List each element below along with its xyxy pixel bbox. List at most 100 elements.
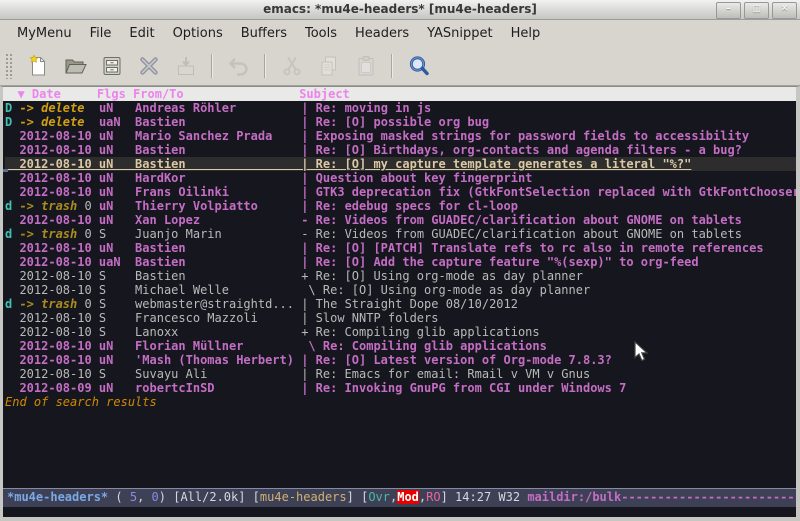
open-folder-icon (63, 54, 87, 78)
row-segment: S webmaster@straightd... | The Straight … (99, 297, 518, 311)
message-row[interactable]: 2012-08-10 S Lanoxx + Re: Compiling glib… (5, 325, 796, 339)
row-segment: 2012-08-10 uN Mario Sanchez Prada | Expo… (5, 129, 749, 143)
modeline-segment: ( (108, 490, 130, 504)
row-segment: 0 (77, 227, 99, 241)
menu-headers[interactable]: Headers (346, 22, 418, 45)
row-segment: D (5, 115, 19, 129)
row-segment: 2012-08-09 uN robertcInSD | Re: Invoking… (5, 381, 626, 395)
message-row[interactable]: d -> trash 0 S Juanjo Marin - Re: Videos… (5, 227, 796, 241)
new-file-button[interactable] (20, 51, 55, 81)
row-segment: d (5, 297, 19, 311)
message-row[interactable]: 2012-08-10 uN 'Mash (Thomas Herbert) | R… (5, 353, 796, 367)
menu-buffers[interactable]: Buffers (232, 22, 296, 45)
message-row[interactable]: D -> delete uN Andreas Röhler | Re: movi… (5, 101, 796, 115)
message-row[interactable]: 2012-08-10 uaN Bastien | Re: [O] Add the… (5, 255, 796, 269)
row-segment: uN Andreas Röhler | Re: moving in js (99, 101, 431, 115)
message-row[interactable]: 2012-08-10 uN Bastien | Re: [O] Birthday… (5, 143, 796, 157)
paste-button (348, 51, 383, 81)
row-segment: 2012-08-10 S Suvayu Ali | Re: Emacs for … (5, 367, 590, 381)
row-segment: 2012-08-10 uaN Bastien | Re: [O] Add the… (5, 255, 699, 269)
modeline-segment: , (137, 490, 151, 504)
message-row[interactable]: 2012-08-10 uN Florian Müllner \ Re: Comp… (5, 339, 796, 353)
close-button[interactable]: ✕ (772, 2, 797, 19)
row-segment: d (5, 199, 19, 213)
message-row[interactable]: 2012-08-10 S Bastien + Re: [O] Using org… (5, 269, 796, 283)
row-segment: 0 (77, 297, 99, 311)
menu-edit[interactable]: Edit (120, 22, 163, 45)
open-folder-button[interactable] (57, 51, 92, 81)
menu-file[interactable]: File (81, 22, 121, 45)
maximize-button[interactable]: □ (744, 2, 769, 19)
end-of-search-results: End of search results (5, 395, 796, 409)
close-buffer-button[interactable] (131, 51, 166, 81)
menu-options[interactable]: Options (164, 22, 232, 45)
message-row[interactable]: 2012-08-10 uN HardKor | Question about k… (5, 171, 796, 185)
mu4e-headers-buffer: ▼ Date Flgs From/To Subject D -> delete … (0, 86, 800, 517)
modeline-segment: mu4e-headers (260, 490, 347, 504)
row-segment: -> delete (19, 101, 98, 115)
menu-tools[interactable]: Tools (296, 22, 346, 45)
message-row[interactable]: d -> trash 0 uN Thierry Volpiatto | Re: … (5, 199, 796, 213)
modeline-segment: Mod (397, 490, 419, 504)
menu-yasnippet[interactable]: YASnippet (418, 22, 502, 45)
row-segment: 2012-08-10 S Michael Welle \ Re: [O] Usi… (5, 283, 590, 297)
row-segment: 2012-08-10 S Francesco Mazzoli | Slow NN… (5, 311, 438, 325)
row-segment: 2012-08-10 uN Bastien | Re: [O] [PATCH] … (5, 241, 764, 255)
row-segment: 2012-08-10 uN Xan Lopez - Re: Videos fro… (5, 213, 742, 227)
search-button[interactable] (401, 51, 436, 81)
message-row[interactable]: 2012-08-10 uN Mario Sanchez Prada | Expo… (5, 129, 796, 143)
undo-button (221, 51, 256, 81)
row-segment: -> trash (19, 297, 77, 311)
message-row[interactable]: 2012-08-10 uN Frans Oilinki | GTK3 depre… (5, 185, 796, 199)
toolbar-separator (391, 54, 393, 78)
message-row[interactable]: 2012-08-10 S Suvayu Ali | Re: Emacs for … (5, 367, 796, 381)
toolbar-drag-handle[interactable] (5, 53, 14, 79)
row-segment: 2012-08-10 uN Florian Müllner \ Re: Comp… (5, 339, 547, 353)
menu-bar: MyMenuFileEditOptionsBuffersToolsHeaders… (0, 20, 800, 47)
toolbar-separator (264, 54, 266, 78)
row-segment: -> trash (19, 227, 77, 241)
save-icon (100, 54, 124, 78)
tool-bar (0, 47, 800, 86)
window-controls: –□✕ (716, 2, 797, 19)
row-segment: 2012-08-10 uN Frans Oilinki | GTK3 depre… (5, 185, 796, 199)
row-segment: 2012-08-10 uN Bastien | Re: [O] Birthday… (5, 143, 742, 157)
save-as-button (168, 51, 203, 81)
message-row[interactable]: 2012-08-10 S Michael Welle \ Re: [O] Usi… (5, 283, 796, 297)
message-row[interactable]: 2012-08-10 S Francesco Mazzoli | Slow NN… (5, 311, 796, 325)
row-segment: End of search results (5, 395, 157, 409)
copy-icon (317, 54, 341, 78)
save-button[interactable] (94, 51, 129, 81)
close-buffer-icon (137, 54, 161, 78)
minimize-button[interactable]: – (716, 2, 741, 19)
message-row-current[interactable]: 2012-08-10 uN Bastien | Re: [O] my captu… (5, 157, 796, 171)
empty-buffer-space (3, 409, 796, 488)
row-segment: 2012-08-10 uN 'Mash (Thomas Herbert) | R… (5, 353, 612, 367)
modeline-segment: RO (426, 490, 440, 504)
message-row[interactable]: 2012-08-10 uN Bastien | Re: [O] [PATCH] … (5, 241, 796, 255)
columns-header: ▼ Date Flgs From/To Subject (3, 87, 796, 101)
message-row[interactable]: D -> delete uaN Bastien | Re: [O] possib… (5, 115, 796, 129)
echo-area (3, 507, 796, 517)
row-segment: S Juanjo Marin - Re: Videos from GUADEC/… (99, 227, 742, 241)
message-row[interactable]: 2012-08-09 uN robertcInSD | Re: Invoking… (5, 381, 796, 395)
toolbar-separator (211, 54, 213, 78)
row-segment: D (5, 101, 19, 115)
row-segment: 2012-08-10 uN Bastien | Re: [O] my captu… (5, 157, 691, 171)
menu-help[interactable]: Help (502, 22, 550, 45)
modeline-segment: maildir:/bulk (527, 490, 621, 504)
row-segment: d (5, 227, 19, 241)
paste-icon (354, 54, 378, 78)
row-segment: 0 (77, 199, 99, 213)
message-row[interactable]: 2012-08-10 uN Xan Lopez - Re: Videos fro… (5, 213, 796, 227)
window-title: emacs: *mu4e-headers* [mu4e-headers] (0, 0, 800, 19)
menu-mymenu[interactable]: MyMenu (8, 22, 81, 45)
mode-line: *mu4e-headers* ( 5, 0) [All/2.0k] [mu4e-… (3, 488, 796, 507)
row-segment: uN Thierry Volpiatto | Re: edebug specs … (99, 199, 518, 213)
modeline-segment: 5 (130, 490, 137, 504)
message-list: D -> delete uN Andreas Röhler | Re: movi… (3, 101, 796, 409)
row-segment: -> delete (19, 115, 98, 129)
cut-button (274, 51, 309, 81)
message-row[interactable]: d -> trash 0 S webmaster@straightd... | … (5, 297, 796, 311)
modeline-segment: ----------------------------------------… (621, 490, 796, 504)
